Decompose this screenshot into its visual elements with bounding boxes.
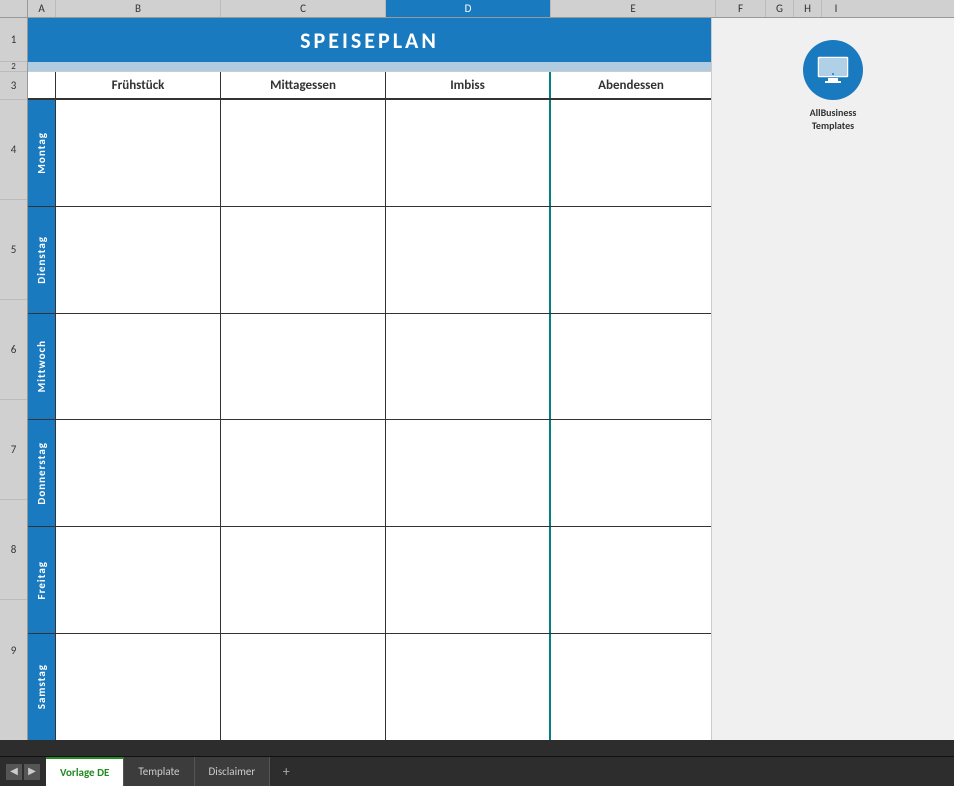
cell-donnerstag-fruhstuck[interactable]: [56, 420, 221, 526]
meal-header-abendessen: Abendessen: [551, 72, 711, 98]
day-col-header-spacer: [28, 72, 56, 98]
cell-freitag-abendessen[interactable]: [551, 527, 711, 633]
sidebar: AllBusiness Templates: [711, 18, 954, 740]
spreadsheet-title: SPEISEPLAN: [300, 27, 439, 54]
row-num-6[interactable]: 6: [0, 300, 27, 400]
data-rows: Montag Dienstag: [28, 100, 711, 740]
row-num-5[interactable]: 5: [0, 200, 27, 300]
row-donnerstag: Donnerstag: [28, 420, 711, 527]
cell-donnerstag-mittagessen[interactable]: [221, 420, 386, 526]
cell-samstag-fruhstuck[interactable]: [56, 634, 221, 740]
cell-montag-abendessen[interactable]: [551, 100, 711, 206]
tab-template[interactable]: Template: [124, 757, 194, 786]
row-numbers: 1 2 3 4 5 6 7 8 9: [0, 18, 28, 740]
tab-nav-right[interactable]: ▶: [24, 764, 40, 780]
day-label-samstag: Samstag: [28, 634, 56, 740]
spacer-row: [28, 62, 711, 72]
col-header-b[interactable]: B: [56, 0, 221, 17]
cell-donnerstag-abendessen[interactable]: [551, 420, 711, 526]
col-header-a[interactable]: A: [28, 0, 56, 17]
col-header-d[interactable]: D: [386, 0, 551, 17]
tab-disclaimer[interactable]: Disclaimer: [195, 757, 271, 786]
cell-montag-fruhstuck[interactable]: [56, 100, 221, 206]
day-label-donnerstag: Donnerstag: [28, 420, 56, 526]
cell-mittwoch-imbiss[interactable]: [386, 314, 551, 420]
cell-mittwoch-fruhstuck[interactable]: [56, 314, 221, 420]
meal-header-fruhstuck: Frühstück: [56, 72, 221, 98]
sheet-body: 1 2 3 4 5 6 7 8 9 SPEISEPLAN Frühstück: [0, 18, 954, 740]
col-header-i[interactable]: I: [822, 0, 850, 17]
row-mittwoch: Mittwoch: [28, 314, 711, 421]
cell-dienstag-fruhstuck[interactable]: [56, 207, 221, 313]
corner-spacer: [0, 0, 28, 17]
day-label-dienstag: Dienstag: [28, 207, 56, 313]
tabs-list: Vorlage DE Template Disclaimer: [46, 757, 270, 786]
tab-nav-buttons: ◀ ▶: [0, 757, 46, 786]
row-montag: Montag: [28, 100, 711, 207]
row-freitag: Freitag: [28, 527, 711, 634]
cell-samstag-abendessen[interactable]: [551, 634, 711, 740]
sheet-content: SPEISEPLAN Frühstück Mittagessen Imbiss …: [28, 18, 711, 740]
tab-vorlage-de[interactable]: Vorlage DE: [46, 757, 124, 786]
title-row: SPEISEPLAN: [28, 18, 711, 62]
monitor-icon: [815, 54, 851, 86]
row-dienstag: Dienstag: [28, 207, 711, 314]
row-num-7[interactable]: 7: [0, 400, 27, 500]
cell-freitag-imbiss[interactable]: [386, 527, 551, 633]
row-num-8[interactable]: 8: [0, 500, 27, 600]
day-label-montag: Montag: [28, 100, 56, 206]
col-header-c[interactable]: C: [221, 0, 386, 17]
cell-samstag-mittagessen[interactable]: [221, 634, 386, 740]
cell-montag-imbiss[interactable]: [386, 100, 551, 206]
tab-nav-left[interactable]: ◀: [6, 764, 22, 780]
tab-add-button[interactable]: +: [274, 757, 298, 786]
col-header-f[interactable]: F: [716, 0, 766, 17]
column-headers: A B C D E F G H I: [0, 0, 954, 18]
col-header-g[interactable]: G: [766, 0, 794, 17]
brand-text: AllBusiness Templates: [810, 106, 857, 132]
cell-montag-mittagessen[interactable]: [221, 100, 386, 206]
header-row: Frühstück Mittagessen Imbiss Abendessen: [28, 72, 711, 100]
cell-freitag-mittagessen[interactable]: [221, 527, 386, 633]
row-samstag: Samstag: [28, 634, 711, 740]
cell-dienstag-abendessen[interactable]: [551, 207, 711, 313]
row-num-1[interactable]: 1: [0, 18, 27, 62]
row-num-3[interactable]: 3: [0, 72, 27, 100]
row-num-4[interactable]: 4: [0, 100, 27, 200]
day-label-mittwoch: Mittwoch: [28, 314, 56, 420]
row-num-9[interactable]: 9: [0, 600, 27, 700]
col-header-e[interactable]: E: [551, 0, 716, 17]
logo-circle: [803, 40, 863, 100]
meal-header-imbiss: Imbiss: [386, 72, 551, 98]
cell-mittwoch-mittagessen[interactable]: [221, 314, 386, 420]
cell-dienstag-mittagessen[interactable]: [221, 207, 386, 313]
tab-bar: ◀ ▶ Vorlage DE Template Disclaimer +: [0, 756, 954, 786]
cell-freitag-fruhstuck[interactable]: [56, 527, 221, 633]
horizontal-scrollbar[interactable]: [0, 740, 954, 756]
row-num-2[interactable]: 2: [0, 62, 27, 72]
cell-donnerstag-imbiss[interactable]: [386, 420, 551, 526]
col-header-h[interactable]: H: [794, 0, 822, 17]
cell-dienstag-imbiss[interactable]: [386, 207, 551, 313]
cell-samstag-imbiss[interactable]: [386, 634, 551, 740]
cell-mittwoch-abendessen[interactable]: [551, 314, 711, 420]
meal-header-mittagessen: Mittagessen: [221, 72, 386, 98]
day-label-freitag: Freitag: [28, 527, 56, 633]
